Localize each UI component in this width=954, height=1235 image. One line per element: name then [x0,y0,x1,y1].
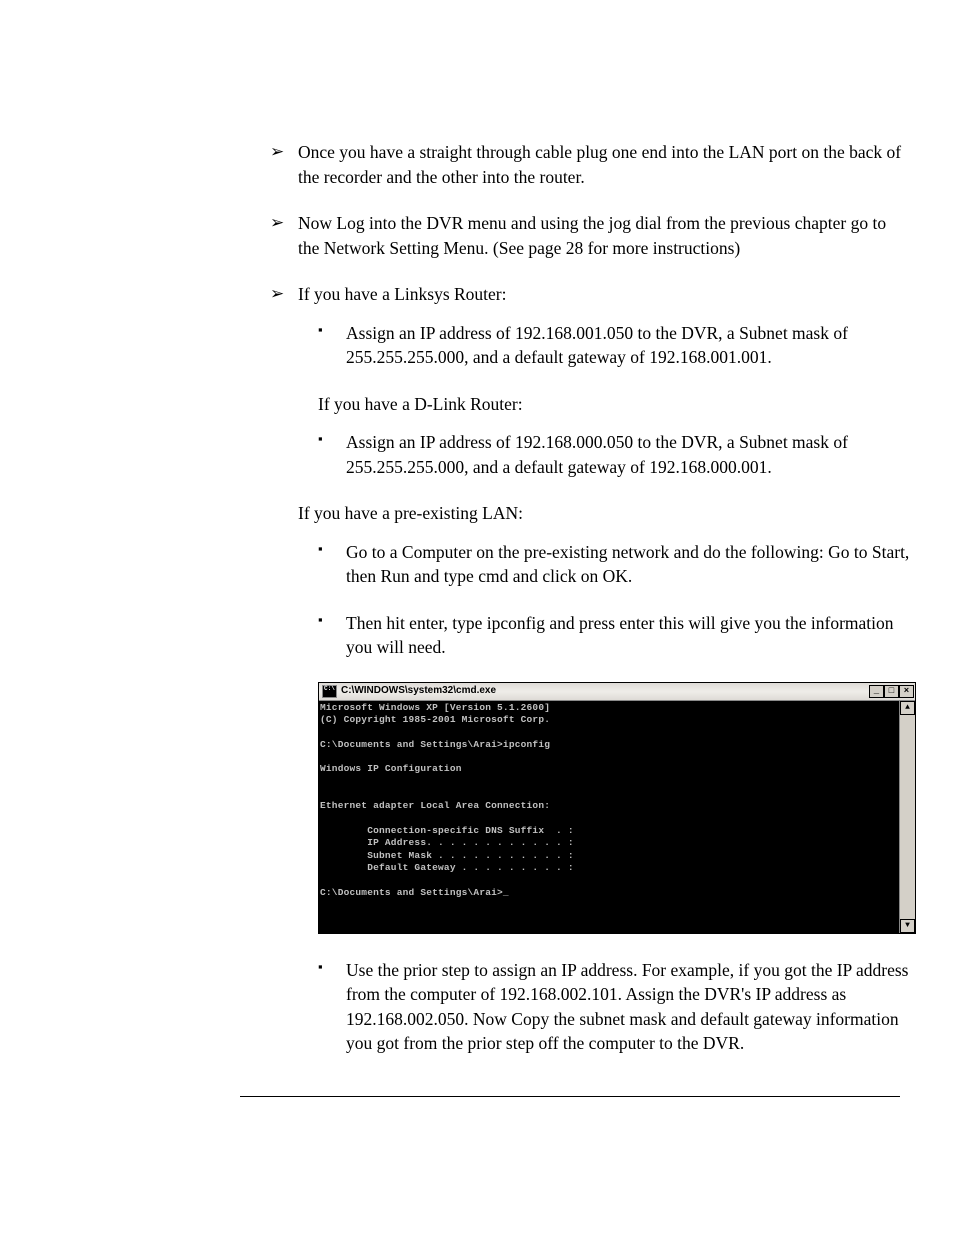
sub-bullet-list: Go to a Computer on the pre-existing net… [318,540,910,660]
cmd-window-screenshot: C:\WINDOWS\system32\cmd.exe _ □ × Micros… [318,682,916,934]
scroll-track[interactable] [900,715,915,919]
document-page: Once you have a straight through cable p… [0,0,954,1157]
scroll-up-button[interactable]: ▲ [900,701,915,715]
bullet-item: If you have a Linksys Router: Assign an … [270,282,910,1056]
subsection-heading: If you have a pre-existing LAN: [298,501,910,526]
sub-bullet-item: Assign an IP address of 192.168.000.050 … [318,430,910,479]
cmd-body-wrap: Microsoft Windows XP [Version 5.1.2600] … [319,701,915,933]
scroll-down-button[interactable]: ▼ [900,919,915,933]
close-button[interactable]: × [899,685,914,698]
cmd-scrollbar[interactable]: ▲ ▼ [899,701,915,933]
subsection-heading: If you have a D-Link Router: [318,392,910,417]
minimize-button[interactable]: _ [869,685,884,698]
cmd-output: Microsoft Windows XP [Version 5.1.2600] … [319,701,899,933]
footer-divider [240,1096,900,1097]
sub-bullet-item: Assign an IP address of 192.168.001.050 … [318,321,910,370]
main-bullet-list: Once you have a straight through cable p… [270,140,910,1056]
sub-bullet-item: Go to a Computer on the pre-existing net… [318,540,910,589]
cmd-titlebar: C:\WINDOWS\system32\cmd.exe _ □ × [319,683,915,701]
sub-bullet-item: Then hit enter, type ipconfig and press … [318,611,910,660]
window-controls: _ □ × [869,685,915,698]
cmd-icon [322,685,337,698]
sub-bullet-list: Use the prior step to assign an IP addre… [318,958,910,1056]
bullet-text: If you have a Linksys Router: [298,284,507,304]
cmd-titlebar-left: C:\WINDOWS\system32\cmd.exe [319,684,496,698]
sub-bullet-list: Assign an IP address of 192.168.000.050 … [318,430,910,479]
sub-bullet-item: Use the prior step to assign an IP addre… [318,958,910,1056]
sub-bullet-list: Assign an IP address of 192.168.001.050 … [318,321,910,370]
bullet-item: Now Log into the DVR menu and using the … [270,211,910,260]
cmd-title: C:\WINDOWS\system32\cmd.exe [341,684,496,698]
maximize-button[interactable]: □ [884,685,899,698]
bullet-item: Once you have a straight through cable p… [270,140,910,189]
